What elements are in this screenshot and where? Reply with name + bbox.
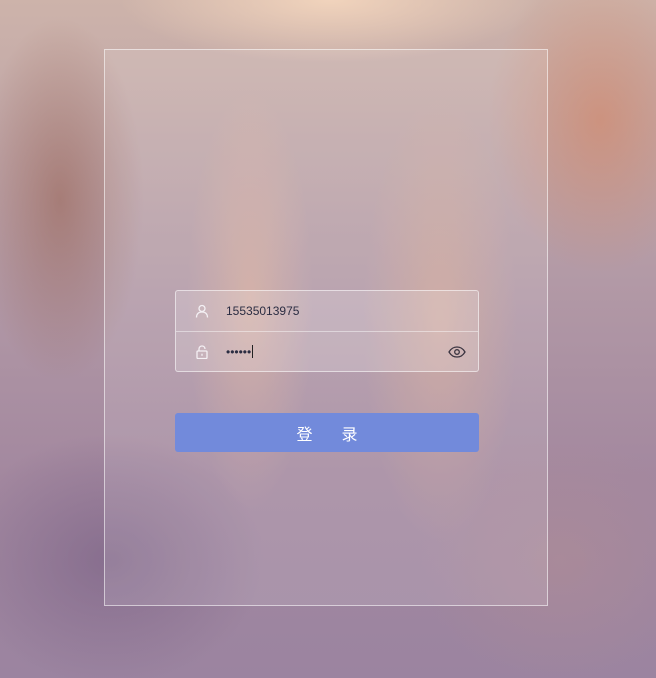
username-input[interactable]: 15535013975 <box>226 304 299 318</box>
login-button[interactable]: 登 录 <box>175 413 479 452</box>
user-icon <box>194 303 210 319</box>
text-caret <box>252 345 254 358</box>
password-mask: •••••• <box>226 345 252 359</box>
lock-icon <box>194 344 210 360</box>
username-row[interactable]: 15535013975 <box>176 291 478 331</box>
eye-icon[interactable] <box>447 344 467 360</box>
password-input[interactable]: •••••• <box>226 345 254 359</box>
password-row[interactable]: •••••• <box>176 331 478 372</box>
login-form: 15535013975 •••••• <box>175 290 479 372</box>
